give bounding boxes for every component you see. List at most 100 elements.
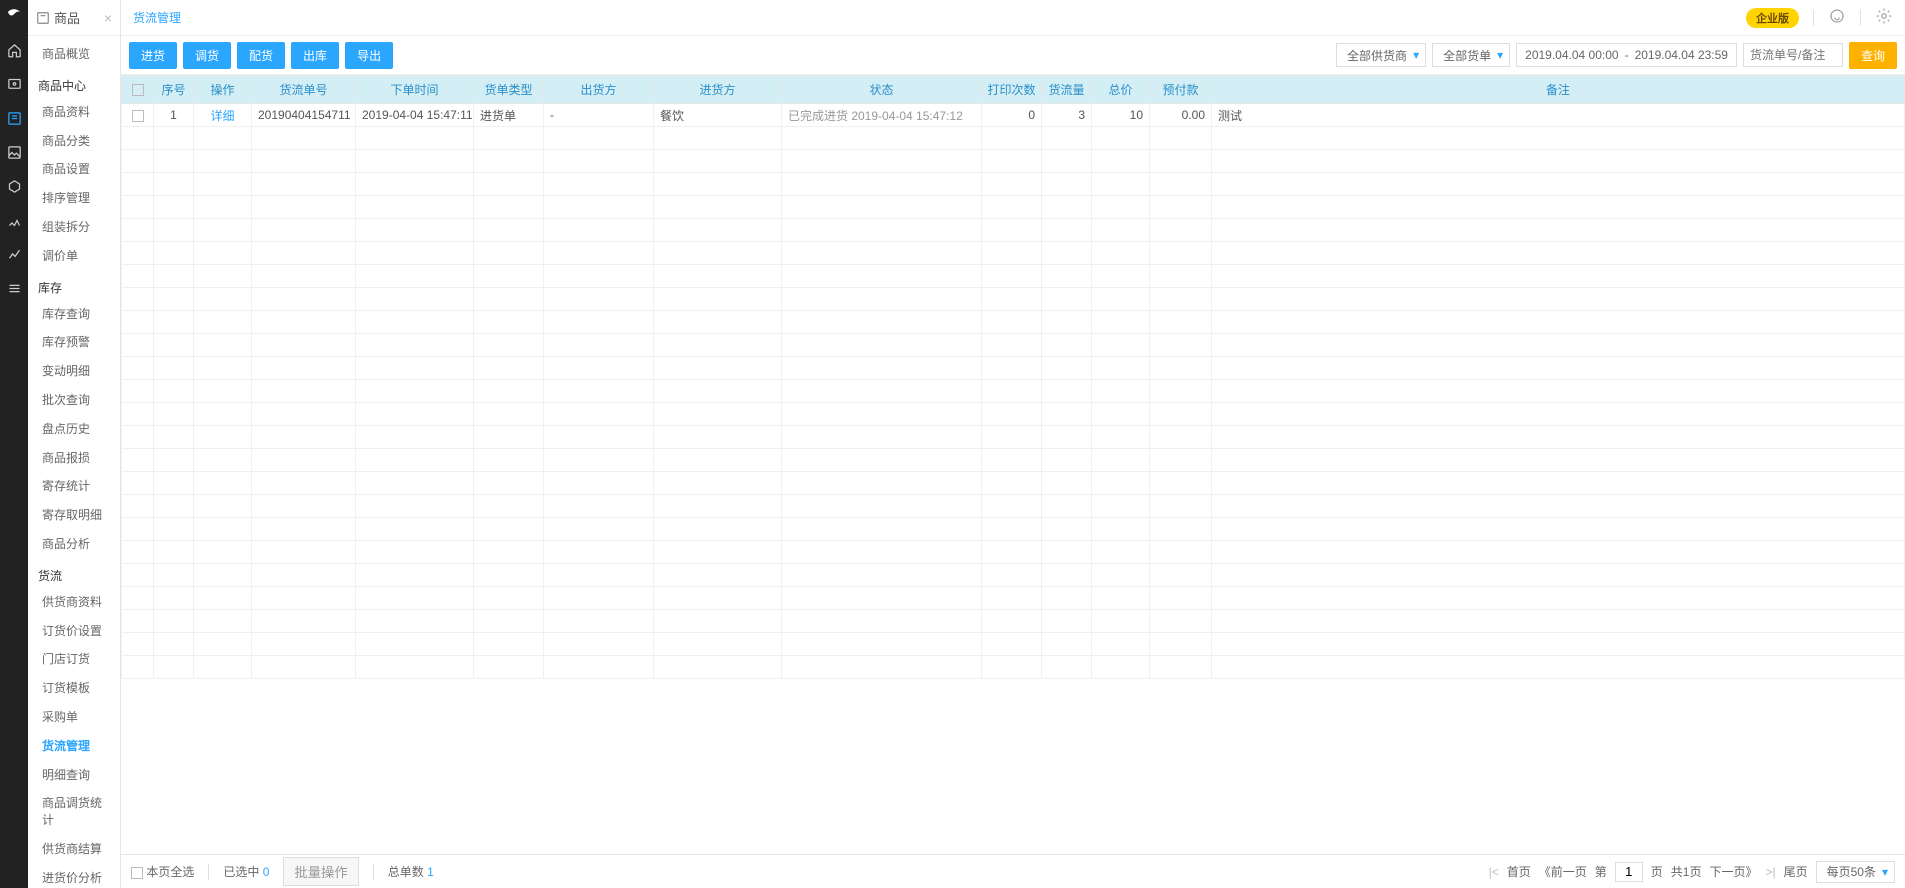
pager-first[interactable]: 首页 — [1507, 863, 1531, 880]
sidebar-item[interactable]: 寄存统计 — [28, 472, 120, 501]
sidebar-item[interactable]: 订货模板 — [28, 674, 120, 703]
table-row-empty — [122, 656, 1905, 679]
page-input[interactable] — [1615, 862, 1643, 882]
sidebar-item[interactable]: 库存预警 — [28, 328, 120, 357]
rail-monitor-icon[interactable] — [6, 76, 22, 92]
rail-settings-icon[interactable] — [6, 280, 22, 296]
table-row-empty — [122, 288, 1905, 311]
rail-home-icon[interactable] — [6, 42, 22, 58]
total-orders: 总单数 1 — [388, 863, 434, 880]
sidebar-item[interactable]: 商品报损 — [28, 444, 120, 473]
divider — [373, 864, 374, 880]
sidebar-item[interactable]: 变动明细 — [28, 357, 120, 386]
ordertype-select-value: 全部货单 — [1443, 47, 1491, 64]
sidebar-item[interactable]: 供货商结算 — [28, 835, 120, 864]
query-button[interactable]: 查询 — [1849, 42, 1897, 69]
table-row-empty — [122, 311, 1905, 334]
caret-down-icon: ▾ — [1413, 48, 1419, 62]
sidebar-item[interactable]: 组装拆分 — [28, 213, 120, 242]
batch-action-button[interactable]: 批量操作 — [283, 857, 358, 886]
table-row-empty — [122, 334, 1905, 357]
sidebar-title: 商品 — [54, 8, 80, 27]
col-header: 总价 — [1092, 76, 1150, 104]
col-header: 货流量 — [1042, 76, 1092, 104]
sidebar-item[interactable]: 库存查询 — [28, 300, 120, 329]
sidebar-item[interactable]: 商品调货统计 — [28, 789, 120, 835]
col-header: 打印次数 — [982, 76, 1042, 104]
col-header: 下单时间 — [356, 76, 474, 104]
header-checkbox[interactable] — [132, 84, 144, 96]
pager-last[interactable]: 尾页 — [1784, 863, 1808, 880]
table-row-empty — [122, 495, 1905, 518]
sidebar-item[interactable]: 商品概览 — [28, 40, 120, 69]
gear-icon[interactable] — [1875, 7, 1893, 28]
pager-last-icon[interactable]: >| — [1765, 865, 1775, 879]
pagesize-select[interactable]: 每页50条▾ — [1816, 861, 1895, 883]
sidebar-item[interactable]: 盘点历史 — [28, 415, 120, 444]
edition-badge[interactable]: 企业版 — [1746, 8, 1799, 28]
rail-wallet-icon[interactable] — [6, 212, 22, 228]
table-row-empty — [122, 564, 1905, 587]
ordertype-select[interactable]: 全部货单 ▾ — [1432, 43, 1510, 67]
col-header: 状态 — [782, 76, 982, 104]
rail-tag-icon[interactable] — [6, 178, 22, 194]
select-all-checkbox[interactable]: 本页全选 — [131, 863, 194, 880]
col-header: 货流单号 — [252, 76, 356, 104]
sidebar-item[interactable]: 货流管理 — [28, 732, 120, 761]
sidebar-item[interactable]: 门店订货 — [28, 645, 120, 674]
caret-down-icon: ▾ — [1497, 48, 1503, 62]
table-row-empty — [122, 472, 1905, 495]
support-icon[interactable] — [1828, 7, 1846, 28]
table-row-empty — [122, 449, 1905, 472]
sidebar-item[interactable]: 商品设置 — [28, 155, 120, 184]
sidebar-item[interactable]: 商品分析 — [28, 530, 120, 559]
row-checkbox[interactable] — [132, 110, 144, 122]
sidebar-item[interactable]: 排序管理 — [28, 184, 120, 213]
rail-product-icon[interactable] — [6, 110, 22, 126]
sidebar-close-icon[interactable]: × — [104, 10, 112, 26]
pager-total: 共1页 — [1671, 863, 1702, 880]
table-row-empty — [122, 587, 1905, 610]
sidebar-item[interactable]: 商品资料 — [28, 98, 120, 127]
sidebar-item[interactable]: 供货商资料 — [28, 588, 120, 617]
export-button[interactable]: 导出 — [345, 42, 393, 69]
sidebar-item[interactable]: 采购单 — [28, 703, 120, 732]
stock-in-button[interactable]: 进货 — [129, 42, 177, 69]
main: 货流管理 企业版 进货 调货 配货 出库 导出 全部供货商▾ 全部货单▾ 201… — [121, 0, 1905, 888]
sidebar-item[interactable]: 寄存取明细 — [28, 501, 120, 530]
sidebar-item[interactable]: 商品分类 — [28, 127, 120, 156]
supplier-select[interactable]: 全部供货商▾ — [1336, 43, 1426, 67]
caret-down-icon: ▾ — [1882, 865, 1888, 879]
sidebar-item[interactable]: 明细查询 — [28, 761, 120, 790]
table-row-empty — [122, 127, 1905, 150]
sidebar-item[interactable]: 订货价设置 — [28, 617, 120, 646]
stock-out-button[interactable]: 出库 — [291, 42, 339, 69]
product-icon — [36, 11, 50, 25]
pager-next[interactable]: 下一页》 — [1709, 863, 1757, 880]
sidebar: 商品 × 商品概览商品中心商品资料商品分类商品设置排序管理组装拆分调价单库存库存… — [28, 0, 121, 888]
divider — [1860, 10, 1861, 26]
sidebar-item[interactable]: 进货价分析 — [28, 864, 120, 888]
daterange-input[interactable]: 2019.04.04 00:00 - 2019.04.04 23:59 — [1516, 43, 1737, 67]
col-header: 进货方 — [654, 76, 782, 104]
selected-info: 已选中 0 — [223, 863, 269, 880]
pager-prev[interactable]: 《前一页 — [1539, 863, 1587, 880]
sidebar-item[interactable]: 调价单 — [28, 242, 120, 271]
sidebar-list: 商品概览商品中心商品资料商品分类商品设置排序管理组装拆分调价单库存库存查询库存预… — [28, 36, 120, 888]
table-row-empty — [122, 518, 1905, 541]
search-input[interactable] — [1743, 43, 1843, 67]
table-row-empty — [122, 357, 1905, 380]
dispatch-button[interactable]: 配货 — [237, 42, 285, 69]
toolbar: 进货 调货 配货 出库 导出 全部供货商▾ 全部货单 ▾ 2019.04.04 0… — [121, 36, 1905, 74]
footer: 本页全选 已选中 0 批量操作 总单数 1 |< 首页 《前一页 第 页 共1页… — [121, 854, 1905, 888]
col-header: 备注 — [1212, 76, 1905, 104]
sidebar-item[interactable]: 批次查询 — [28, 386, 120, 415]
table-row-empty — [122, 426, 1905, 449]
rail-chart-icon[interactable] — [6, 246, 22, 262]
rail-image-icon[interactable] — [6, 144, 22, 160]
transfer-button[interactable]: 调货 — [183, 42, 231, 69]
table-row[interactable]: 1详细201904041547112019-04-04 15:47:11进货单-… — [122, 104, 1905, 127]
table-row-empty — [122, 380, 1905, 403]
pager-first-icon[interactable]: |< — [1489, 865, 1499, 879]
detail-link[interactable]: 详细 — [210, 109, 234, 123]
